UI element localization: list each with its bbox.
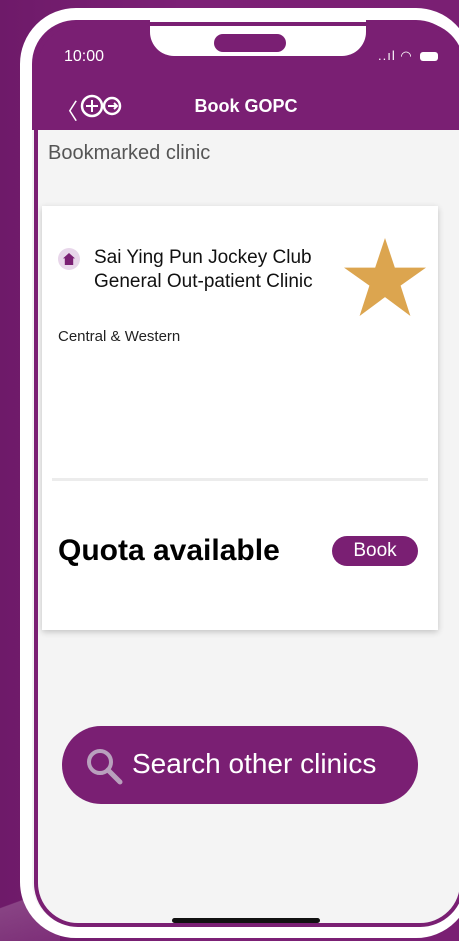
search-button-label: Search other clinics xyxy=(132,748,377,779)
app-header: 10:00 ..ıl ◠ 〈 Book GOPC xyxy=(32,20,459,130)
notch-speaker xyxy=(214,34,286,52)
clinic-name: Sai Ying Pun Jockey Club General Out-pat… xyxy=(94,247,313,292)
status-icons: ..ıl ◠ xyxy=(378,48,439,64)
book-button[interactable]: Book xyxy=(332,536,418,566)
section-title: Bookmarked clinic xyxy=(48,142,211,164)
signal-icon: ..ıl xyxy=(378,48,396,63)
home-indicator[interactable] xyxy=(172,918,320,923)
status-time: 10:00 xyxy=(64,48,105,65)
phone-frame: 10:00 ..ıl ◠ 〈 Book GOPC Bookmarked clin… xyxy=(20,8,459,938)
battery-icon xyxy=(420,52,439,62)
bookmark-star-icon[interactable] xyxy=(344,238,426,316)
search-other-clinics-button[interactable]: Search other clinics xyxy=(62,726,418,804)
page-title: Book GOPC xyxy=(194,96,298,116)
clinic-card[interactable]: Sai Ying Pun Jockey Club General Out-pat… xyxy=(42,206,438,630)
clinic-house-icon xyxy=(58,248,80,270)
quota-status: Quota available xyxy=(58,534,280,567)
search-icon xyxy=(87,749,123,785)
wifi-icon: ◠ xyxy=(400,48,413,63)
clinic-district: Central & Western xyxy=(58,328,181,345)
divider xyxy=(52,478,428,481)
